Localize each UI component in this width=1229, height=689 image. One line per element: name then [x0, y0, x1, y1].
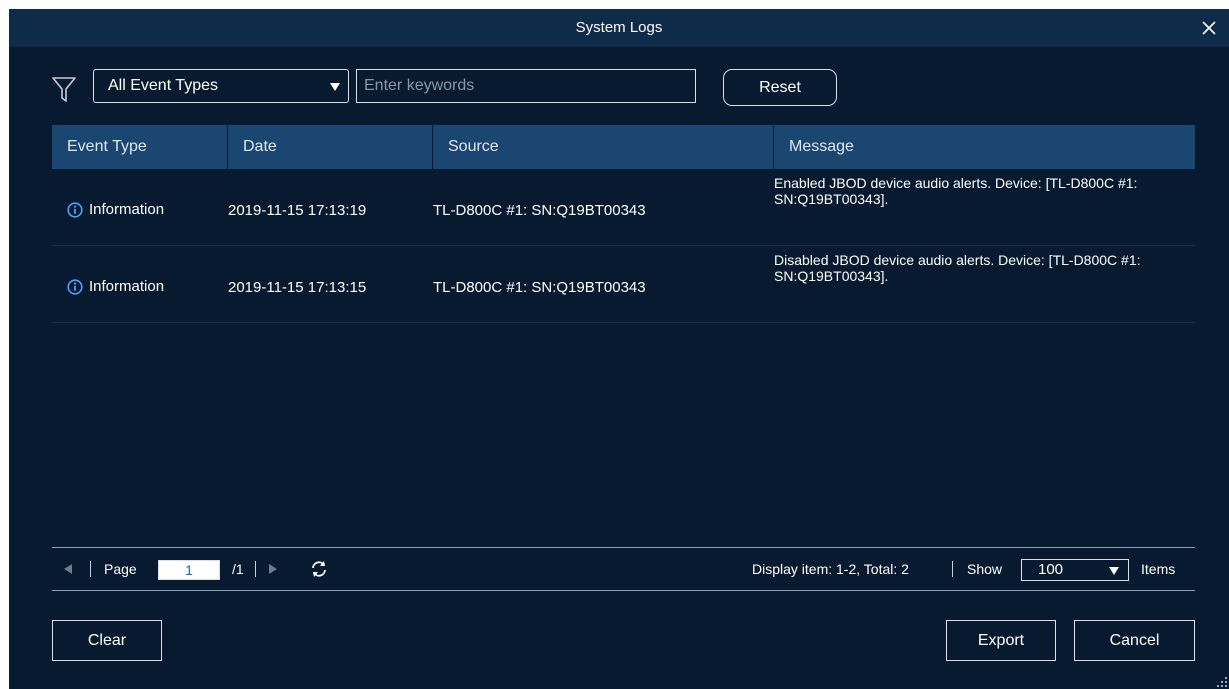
chevron-down-icon [1109, 567, 1119, 575]
pagination-bar: Page 1 /1 Display item: 1-2, Total: 2 Sh… [52, 547, 1195, 591]
display-summary: Display item: 1-2, Total: 2 [752, 561, 909, 577]
show-label: Show [967, 561, 1003, 577]
divider [952, 561, 953, 577]
dialog-title: System Logs [575, 19, 663, 36]
page-label: Page [104, 561, 137, 577]
divider [255, 561, 256, 577]
date-cell: 2019-11-15 17:13:15 [228, 279, 367, 296]
source-cell: TL-D800C #1: SN:Q19BT00343 [433, 279, 646, 296]
message-cell: Enabled JBOD device audio alerts. Device… [774, 175, 1138, 207]
info-icon [67, 201, 83, 218]
cancel-button[interactable]: Cancel [1074, 620, 1195, 661]
system-logs-dialog: System Logs All Event Types Reset Event … [9, 9, 1229, 689]
event-type-value: All Event Types [108, 77, 218, 94]
total-pages: /1 [232, 561, 244, 577]
table-header: Event Type Date Source Message [52, 125, 1195, 169]
event-type-cell: Information [67, 201, 164, 218]
event-type-select[interactable]: All Event Types [93, 69, 349, 103]
source-cell: TL-D800C #1: SN:Q19BT00343 [433, 202, 646, 219]
reset-button[interactable]: Reset [723, 69, 837, 106]
export-button[interactable]: Export [946, 620, 1056, 661]
event-type-cell: Information [67, 278, 164, 295]
table-row[interactable]: Information 2019-11-15 17:13:19 TL-D800C… [52, 169, 1195, 246]
chevron-down-icon [330, 83, 340, 91]
close-button[interactable] [1195, 14, 1223, 42]
close-icon [1202, 21, 1216, 35]
column-header-event-type[interactable]: Event Type [52, 125, 228, 169]
next-page-icon[interactable] [268, 564, 277, 574]
items-per-page-value: 100 [1038, 561, 1064, 578]
event-type-label: Information [89, 201, 165, 218]
page-number-input[interactable]: 1 [158, 560, 220, 580]
date-cell: 2019-11-15 17:13:19 [228, 202, 367, 219]
items-label: Items [1141, 561, 1176, 577]
prev-page-icon[interactable] [64, 564, 73, 574]
refresh-icon[interactable] [309, 559, 329, 579]
table-row[interactable]: Information 2019-11-15 17:13:15 TL-D800C… [52, 246, 1195, 323]
resize-grip-icon[interactable] [1217, 677, 1227, 687]
title-bar: System Logs [9, 9, 1229, 47]
message-cell: Disabled JBOD device audio alerts. Devic… [774, 252, 1141, 284]
items-per-page-select[interactable]: 100 [1021, 559, 1129, 581]
clear-button[interactable]: Clear [52, 620, 162, 661]
column-header-date[interactable]: Date [228, 125, 433, 169]
info-icon [67, 278, 83, 295]
event-type-label: Information [89, 278, 165, 295]
column-header-message[interactable]: Message [774, 125, 1195, 169]
column-header-source[interactable]: Source [433, 125, 774, 169]
keyword-search-input[interactable] [356, 69, 696, 103]
divider [90, 561, 91, 577]
filter-icon [52, 77, 76, 102]
